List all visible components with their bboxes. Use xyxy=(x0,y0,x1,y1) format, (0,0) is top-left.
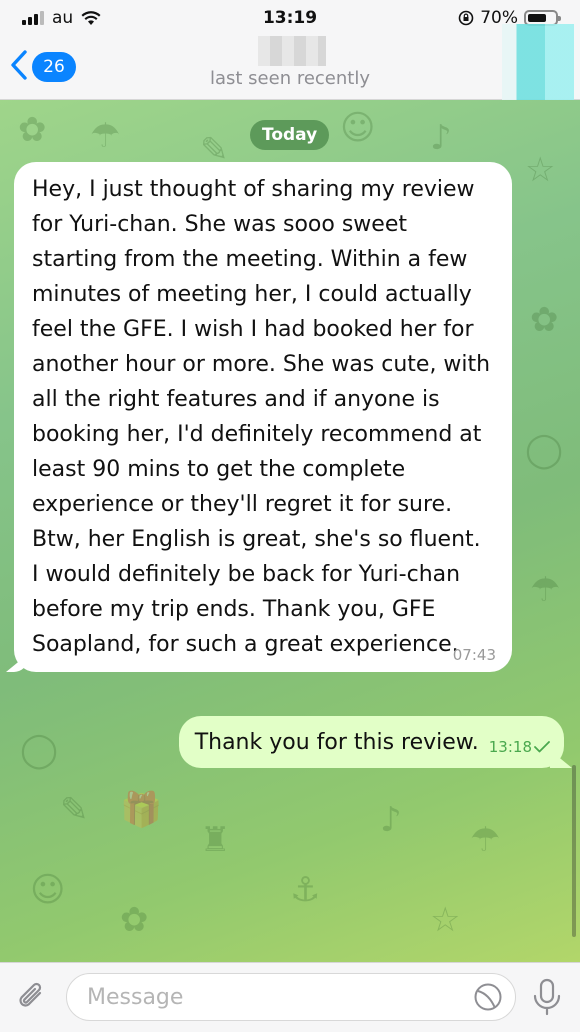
status-left: au xyxy=(22,8,101,28)
wallpaper-doodle: ✿ xyxy=(18,110,47,150)
battery-level xyxy=(528,14,547,22)
wallpaper-doodle: ☺ xyxy=(30,870,66,910)
microphone-icon[interactable] xyxy=(530,977,564,1017)
check-icon xyxy=(534,741,550,753)
wallpaper-doodle: ☂ xyxy=(90,116,121,156)
wallpaper-doodle: ☆ xyxy=(525,150,556,190)
message-time: 13:18 xyxy=(488,738,532,756)
chat-area[interactable]: ✿ ☂ ✎ ☺ ♪ ☆ ✿ ◯ ☂ ◯ ✎ 🎁 ♜ ☺ ⚓ ♪ ☂ ☆ ✿ To… xyxy=(0,100,580,962)
date-chip: Today xyxy=(250,120,330,150)
wallpaper-doodle: ✿ xyxy=(120,900,149,940)
wallpaper-doodle: ✎ xyxy=(60,790,89,830)
wallpaper-doodle: 🎁 xyxy=(120,790,163,830)
message-time: 07:43 xyxy=(452,646,496,664)
signal-icon xyxy=(22,11,44,25)
wallpaper-doodle: ♪ xyxy=(380,800,402,840)
input-bar: Message xyxy=(0,962,580,1032)
status-bar: au 13:19 70% xyxy=(0,0,580,36)
wallpaper-doodle: ✿ xyxy=(530,300,559,340)
wallpaper-doodle: ♪ xyxy=(430,118,452,158)
wallpaper-doodle: ◯ xyxy=(20,730,59,770)
orientation-lock-icon xyxy=(458,10,474,26)
scrollbar[interactable] xyxy=(572,765,576,937)
paperclip-icon[interactable] xyxy=(14,979,50,1015)
wallpaper-doodle: ☂ xyxy=(530,570,561,610)
wallpaper-doodle: ◯ xyxy=(525,430,564,470)
wallpaper-doodle: ☆ xyxy=(430,900,461,940)
last-seen-status: last seen recently xyxy=(209,68,370,89)
message-input[interactable]: Message xyxy=(66,973,516,1021)
outgoing-message[interactable]: Thank you for this review. 13:18 xyxy=(178,716,564,768)
chat-header: 26 last seen recently xyxy=(0,24,580,102)
wallpaper-doodle: ♜ xyxy=(200,820,231,860)
message-meta: 13:18 xyxy=(489,738,550,756)
incoming-message[interactable]: Hey, I just thought of sharing my review… xyxy=(14,162,512,672)
wallpaper-doodle: ☂ xyxy=(470,820,501,860)
contact-name[interactable] xyxy=(258,36,326,66)
message-text: Thank you for this review. xyxy=(194,729,479,755)
wallpaper-doodle: ☺ xyxy=(340,108,376,148)
sticker-icon[interactable] xyxy=(473,982,503,1012)
message-text: Hey, I just thought of sharing my review… xyxy=(32,177,491,657)
wallpaper-doodle: ⚓ xyxy=(290,870,321,910)
avatar[interactable] xyxy=(502,24,574,102)
wifi-icon xyxy=(81,11,101,25)
message-placeholder: Message xyxy=(87,984,184,1010)
carrier-label: au xyxy=(52,8,74,28)
